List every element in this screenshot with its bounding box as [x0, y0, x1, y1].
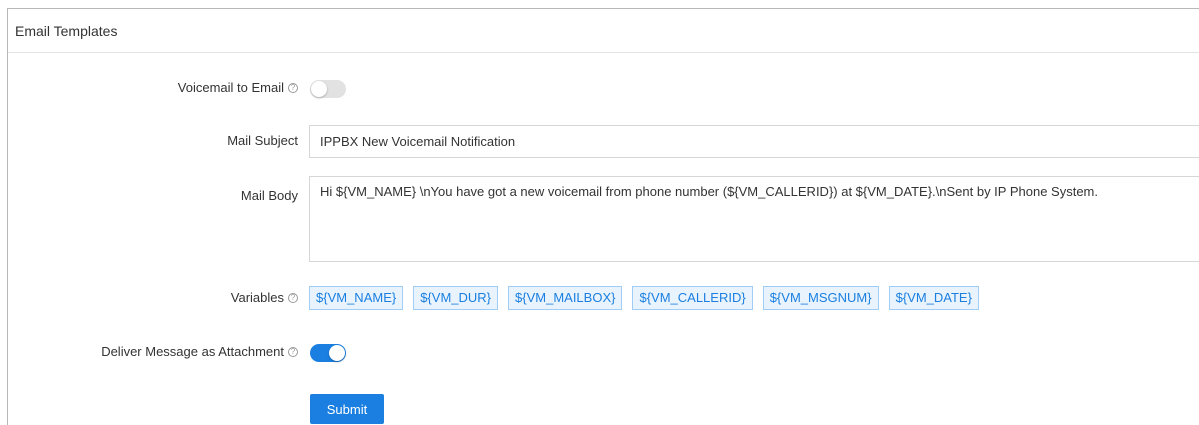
help-icon[interactable]: ? — [288, 292, 298, 303]
submit-button[interactable]: Submit — [310, 394, 384, 424]
variable-tag-vm-mailbox[interactable]: ${VM_MAILBOX} — [508, 286, 623, 310]
variable-tag-vm-dur[interactable]: ${VM_DUR} — [413, 286, 499, 310]
voicemail-to-email-toggle[interactable] — [310, 80, 346, 98]
variables-row: Variables ? ${VM_NAME} ${VM_DUR} ${VM_MA… — [8, 286, 1199, 310]
submit-row: Submit — [8, 394, 1199, 424]
help-icon[interactable]: ? — [288, 82, 298, 93]
mail-subject-label: Mail Subject — [227, 133, 298, 148]
variable-tag-vm-name[interactable]: ${VM_NAME} — [309, 286, 404, 310]
variable-tag-vm-date[interactable]: ${VM_DATE} — [888, 286, 979, 310]
mail-body-label: Mail Body — [240, 188, 298, 203]
mail-subject-row: Mail Subject IPPBX New Voicemail Notific… — [8, 125, 1199, 158]
mail-subject-input[interactable]: IPPBX New Voicemail Notification — [309, 125, 1199, 158]
mail-body-row: Mail Body Hi ${VM_NAME} \nYou have got a… — [8, 176, 1199, 262]
mail-body-textarea[interactable]: Hi ${VM_NAME} \nYou have got a new voice… — [309, 176, 1199, 262]
toggle-knob — [311, 81, 327, 97]
deliver-attachment-label-wrap: Deliver Message as Attachment ? — [101, 344, 298, 359]
mail-subject-label-wrap: Mail Subject — [227, 133, 298, 148]
mail-body-label-wrap: Mail Body — [241, 188, 298, 203]
toggle-knob — [329, 345, 345, 361]
variables-label: Variables — [230, 290, 284, 305]
voicemail-to-email-row: Voicemail to Email ? — [8, 78, 1199, 100]
deliver-attachment-row: Deliver Message as Attachment ? — [8, 342, 1199, 364]
variables-label-wrap: Variables ? — [231, 290, 298, 305]
voicemail-to-email-label: Voicemail to Email — [177, 80, 284, 95]
email-templates-panel: Email Templates Voicemail to Email ? Mai… — [7, 8, 1199, 425]
panel-title: Email Templates — [8, 9, 1199, 53]
deliver-attachment-toggle[interactable] — [310, 344, 346, 362]
voicemail-to-email-label-wrap: Voicemail to Email ? — [178, 80, 298, 95]
variable-tag-vm-callerid[interactable]: ${VM_CALLERID} — [632, 286, 753, 310]
variable-tag-vm-msgnum[interactable]: ${VM_MSGNUM} — [762, 286, 879, 310]
deliver-attachment-label: Deliver Message as Attachment — [101, 344, 284, 359]
variable-tag-list: ${VM_NAME} ${VM_DUR} ${VM_MAILBOX} ${VM_… — [309, 286, 979, 310]
help-icon[interactable]: ? — [288, 346, 298, 357]
